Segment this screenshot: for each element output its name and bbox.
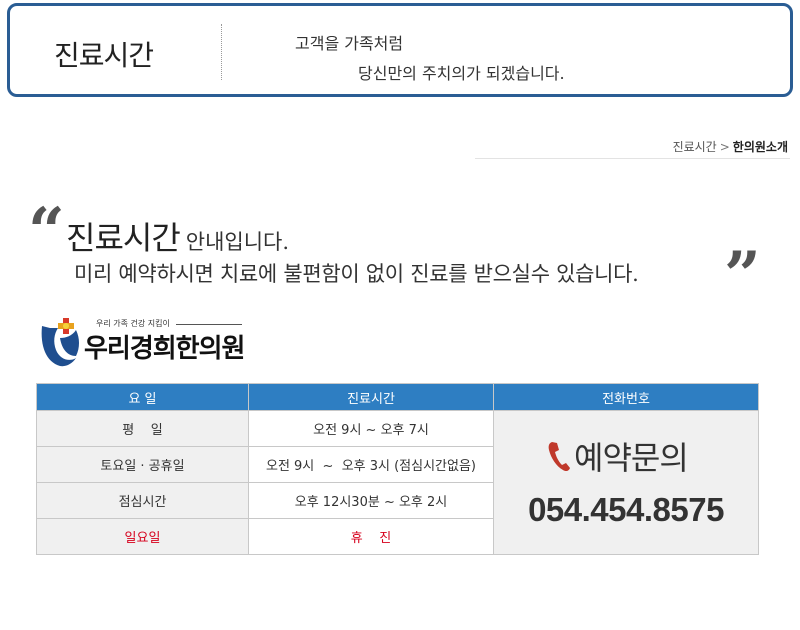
logo-name: 우리경희한의원 (84, 334, 245, 364)
hours-cell: 오전 9시 ~ 오후 7시 (248, 410, 494, 447)
column-header-hours: 진료시간 (248, 383, 494, 411)
phone-icon (548, 442, 570, 472)
clinic-logo-icon (41, 318, 79, 367)
intro-headline-rest: 안내입니다. (185, 230, 290, 254)
hours-cell: 오후 12시30분 ~ 오후 2시 (248, 482, 494, 519)
table-row: 평 일 오전 9시 ~ 오후 7시 예약문의 054.454.8575 (36, 410, 759, 555)
slogan-line-2: 당신만의 주치의가 되겠습니다. (358, 64, 565, 83)
hours-cell: 오전 9시 ~ 오후 3시 (점심시간없음) (248, 446, 494, 483)
column-header-phone: 전화번호 (493, 383, 759, 411)
table-header-row: 요 일 진료시간 전화번호 (36, 383, 759, 411)
intro-headline: 진료시간 안내입니다. (66, 213, 289, 259)
breadcrumb-parent[interactable]: 진료시간 (673, 140, 717, 154)
breadcrumb-underline (475, 158, 790, 159)
booking-inquiry: 예약문의 (546, 433, 689, 479)
slogan-line-1: 고객을 가족처럼 (295, 34, 404, 53)
intro-subline: 미리 예약하시면 치료에 불편함이 없이 진료를 받으실수 있습니다. (74, 262, 639, 286)
breadcrumb-separator: > (719, 140, 730, 154)
logo-tagline-rule (176, 324, 242, 325)
day-cell-holiday: 일요일 (36, 518, 249, 555)
page-title: 진료시간 (54, 39, 154, 72)
header-divider (221, 24, 222, 80)
open-quote-icon: “ (28, 194, 65, 269)
clinic-hours-table: 요 일 진료시간 전화번호 평 일 오전 9시 ~ 오후 7시 예약문의 054… (36, 383, 759, 555)
header-box: 진료시간 고객을 가족처럼 당신만의 주치의가 되겠습니다. (7, 3, 793, 97)
day-cell: 토요일 · 공휴일 (36, 446, 249, 483)
day-cell: 점심시간 (36, 482, 249, 519)
hours-cell-closed: 휴 진 (248, 518, 494, 555)
phone-cell: 예약문의 054.454.8575 (493, 410, 759, 555)
clinic-logo: 우리 가족 건강 지킴이 우리경희한의원 (36, 314, 266, 370)
phone-number[interactable]: 054.454.8575 (494, 491, 758, 529)
breadcrumb: 진료시간 > 한의원소개 (673, 138, 788, 155)
close-quote-icon: ” (724, 238, 761, 313)
intro-headline-strong: 진료시간 (66, 219, 181, 257)
day-cell: 평 일 (36, 410, 249, 447)
breadcrumb-current[interactable]: 한의원소개 (733, 140, 788, 154)
booking-label: 예약문의 (574, 439, 689, 477)
column-header-day: 요 일 (36, 383, 249, 411)
